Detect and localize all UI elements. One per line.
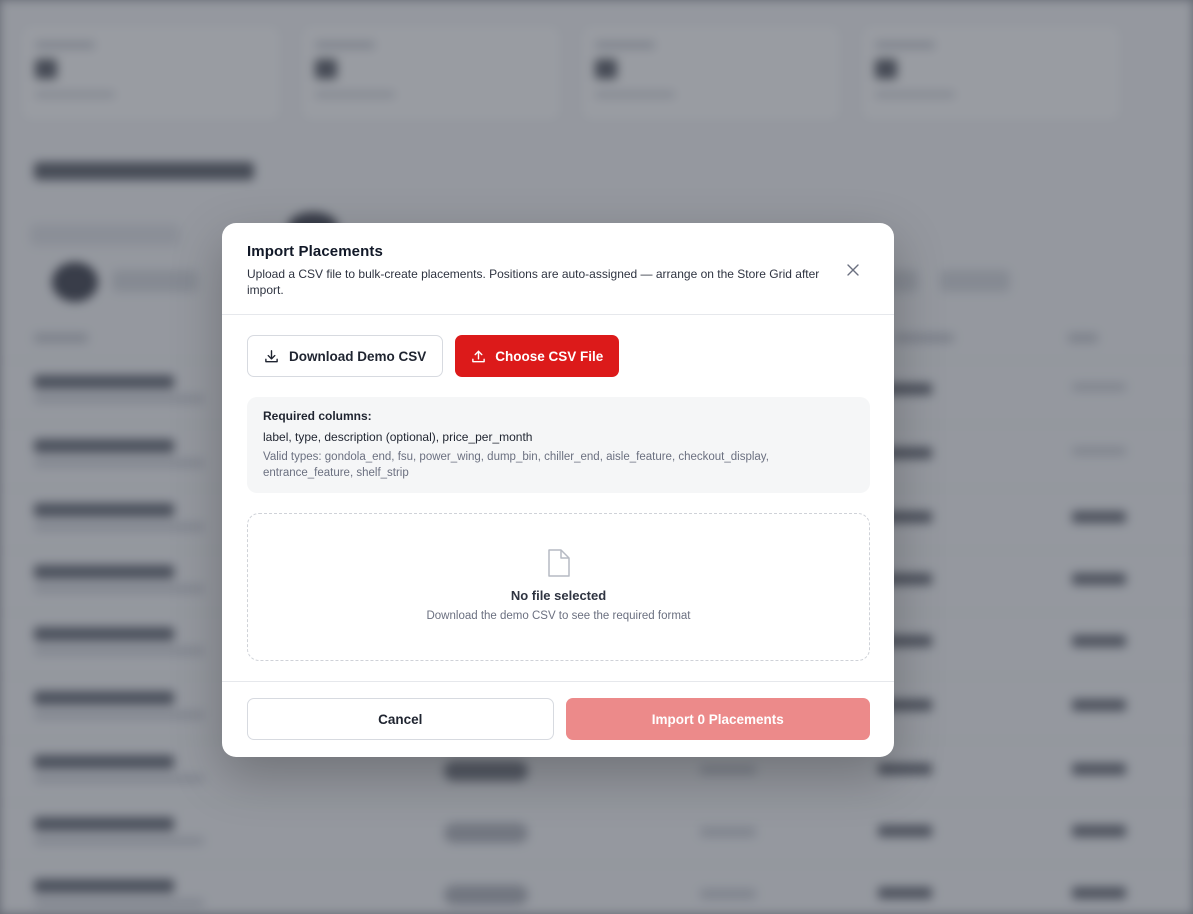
modal-title: Import Placements [247, 243, 383, 260]
modal-header: Import Placements Upload a CSV file to b… [222, 223, 894, 315]
close-button[interactable] [842, 259, 864, 281]
cancel-button[interactable]: Cancel [247, 698, 554, 740]
import-placements-button[interactable]: Import 0 Placements [565, 698, 870, 740]
valid-types-list: Valid types: gondola_end, fsu, power_win… [263, 451, 769, 479]
download-icon [265, 349, 278, 362]
required-columns-list: label, type, description (optional), pri… [263, 430, 533, 444]
action-buttons: Download Demo CSV Choose CSV File [247, 335, 870, 377]
upload-icon [472, 350, 486, 362]
choose-csv-file-label: Choose CSV File [495, 348, 604, 364]
modal-body: Download Demo CSV Choose CSV File Requir… [222, 315, 894, 661]
file-icon [547, 549, 570, 577]
no-file-selected-text: No file selected [510, 588, 607, 603]
dropzone-hint: Download the demo CSV to see the require… [426, 610, 691, 622]
required-columns-info: Required columns: label, type, descripti… [247, 397, 870, 493]
required-columns-title: Required columns: [263, 409, 372, 423]
modal-subtitle: Upload a CSV file to bulk-create placeme… [247, 267, 820, 297]
import-placements-modal: Import Placements Upload a CSV file to b… [222, 223, 894, 757]
download-demo-csv-button[interactable]: Download Demo CSV [247, 335, 444, 377]
download-demo-csv-label: Download Demo CSV [289, 348, 427, 364]
modal-footer: Cancel Import 0 Placements [222, 681, 894, 757]
choose-csv-file-button[interactable]: Choose CSV File [455, 335, 620, 377]
close-icon [847, 264, 859, 276]
file-dropzone[interactable]: No file selected Download the demo CSV t… [247, 513, 870, 661]
